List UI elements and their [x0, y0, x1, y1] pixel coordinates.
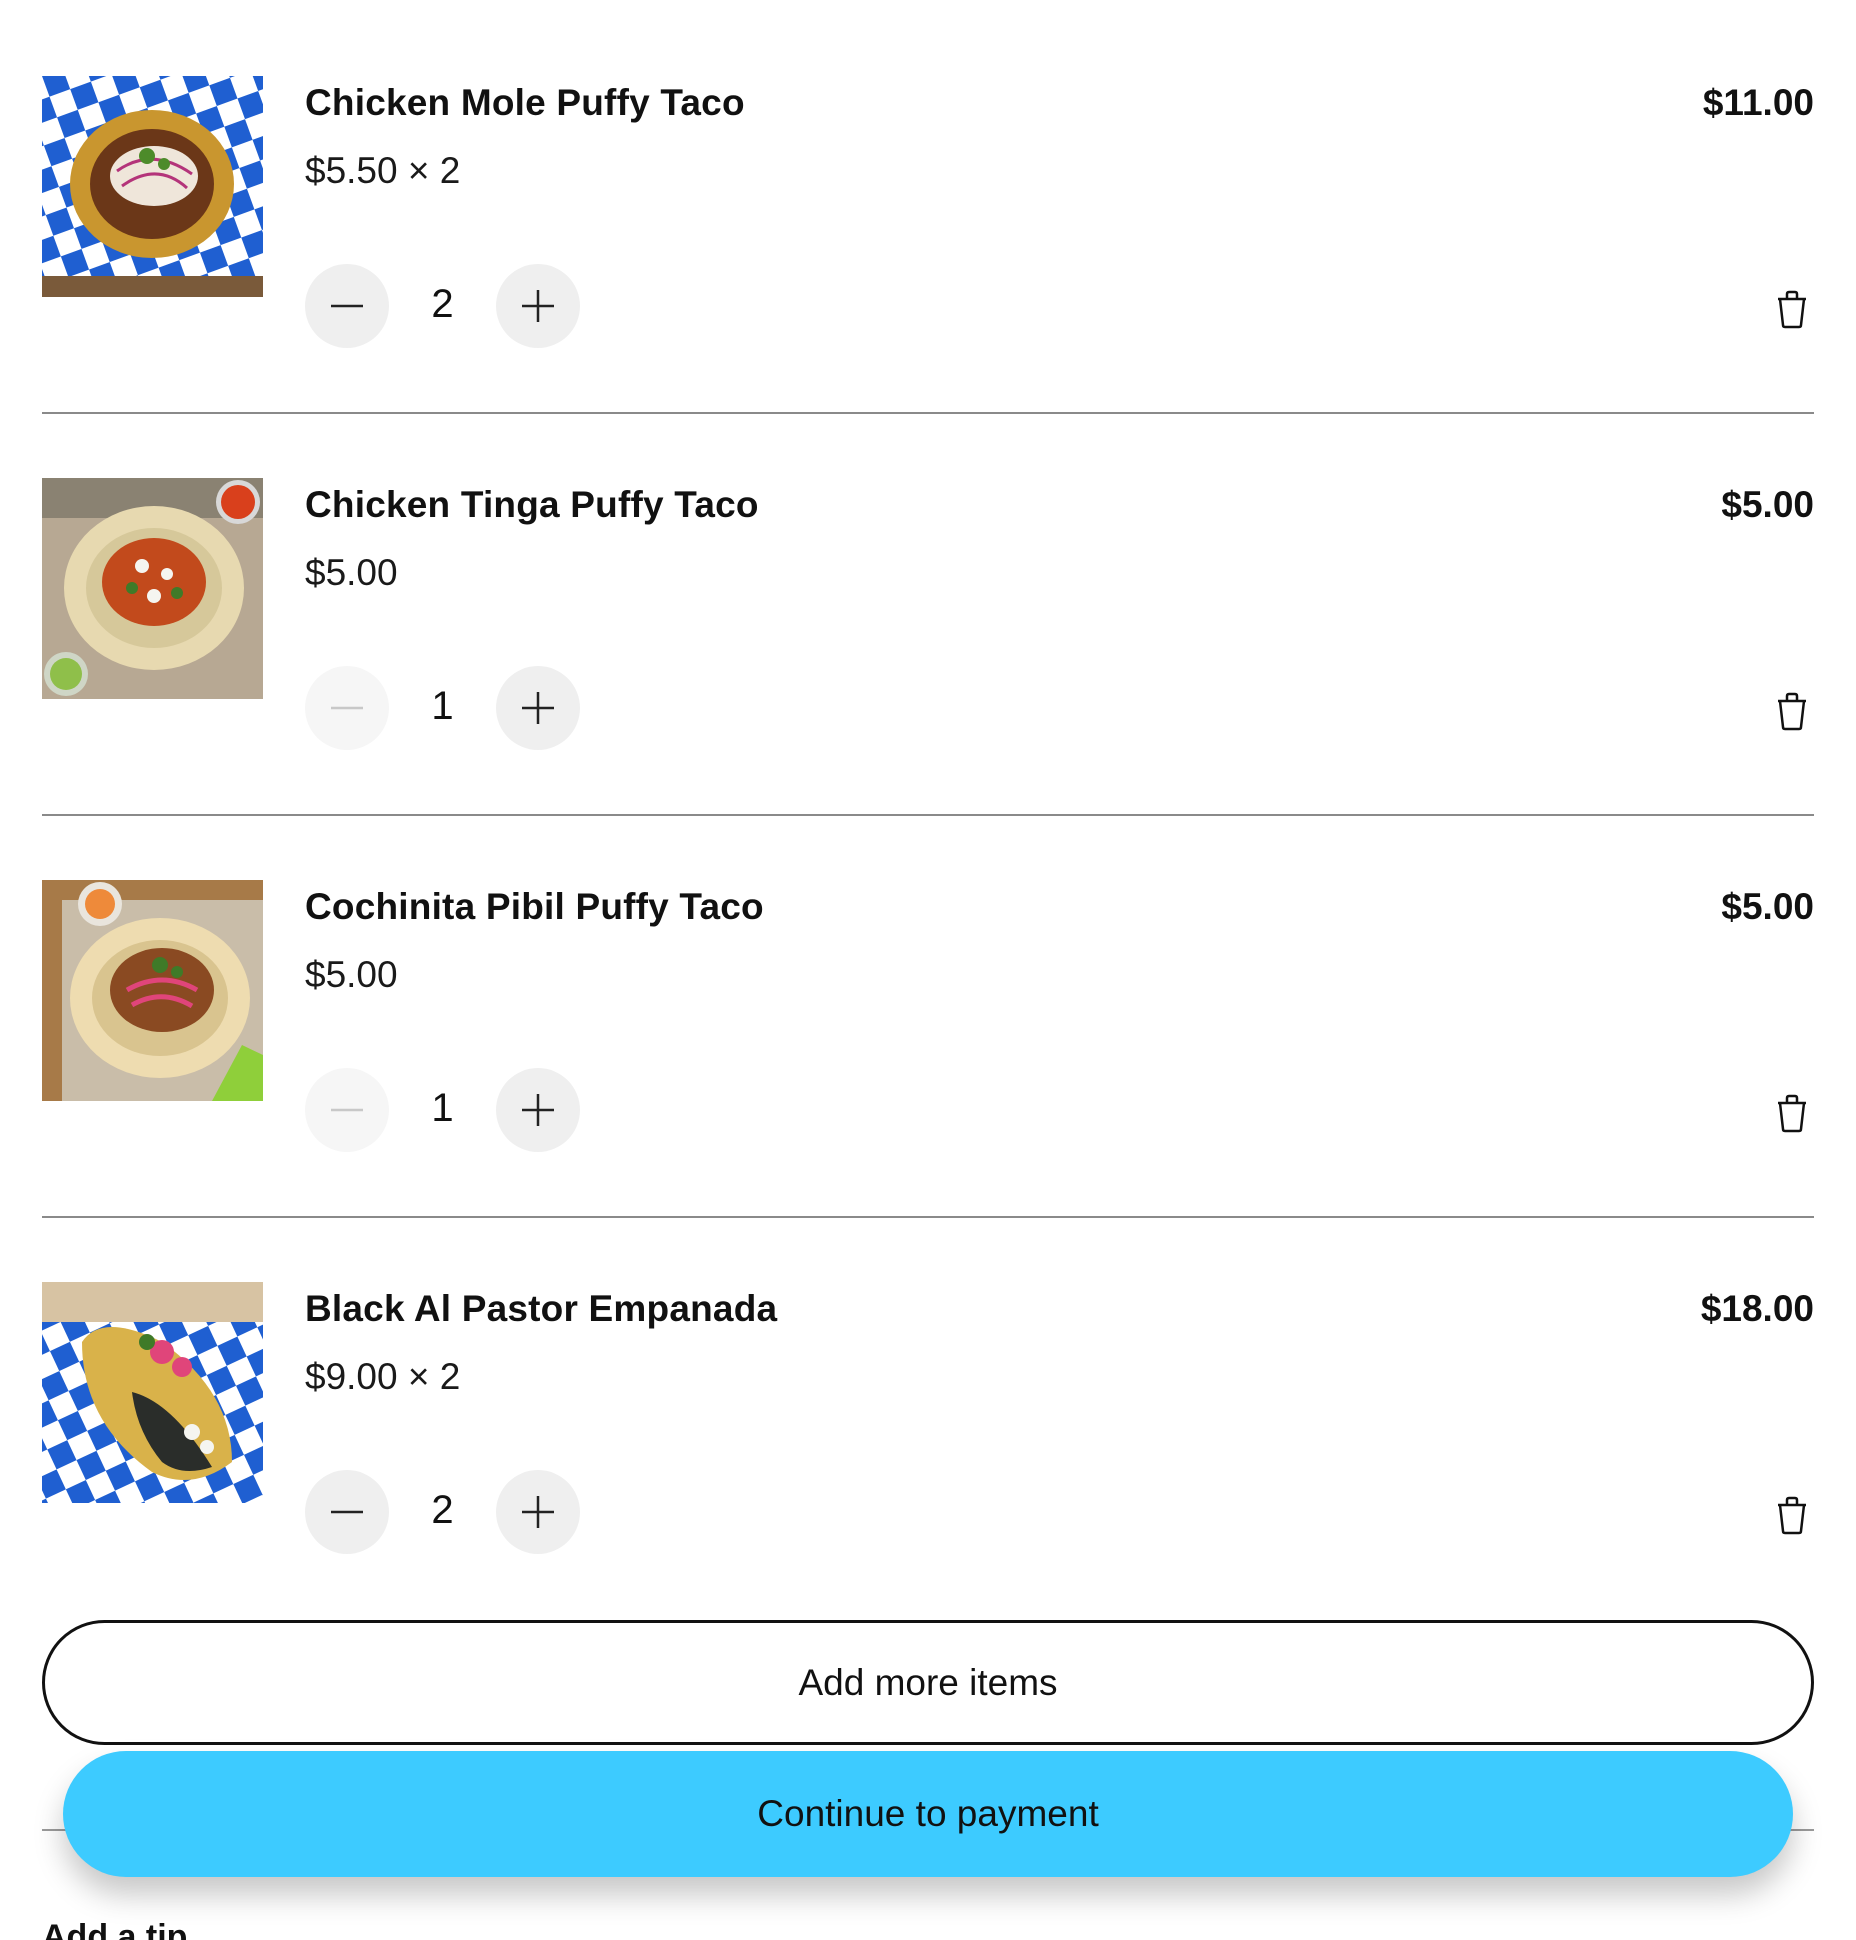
decrement-button[interactable] — [305, 666, 389, 750]
item-divider — [42, 814, 1814, 816]
item-thumbnail-chicken-mole[interactable] — [42, 76, 263, 297]
quantity-value: 1 — [431, 1086, 454, 1130]
plus-icon — [522, 290, 554, 322]
minus-icon — [331, 304, 363, 308]
decrement-button[interactable] — [305, 264, 389, 348]
item-line-total: $5.00 — [1721, 886, 1814, 927]
item-divider — [42, 1216, 1814, 1218]
trash-icon — [1778, 692, 1806, 731]
item-unit-price: $5.50 × 2 — [305, 150, 461, 191]
quantity-value: 2 — [431, 1488, 454, 1532]
item-thumbnail-black-al-pastor[interactable] — [42, 1282, 263, 1503]
remove-item-button[interactable] — [1770, 287, 1814, 331]
item-divider — [42, 412, 1814, 414]
remove-item-button[interactable] — [1770, 1091, 1814, 1135]
trash-icon — [1778, 1094, 1806, 1133]
item-line-total: $5.00 — [1721, 484, 1814, 525]
cart-page: Chicken Mole Puffy Taco $5.50 × 2 $11.00… — [0, 0, 1856, 1940]
trash-icon — [1778, 1496, 1806, 1535]
minus-icon — [331, 706, 363, 710]
decrement-button[interactable] — [305, 1068, 389, 1152]
quantity-stepper: 2 — [305, 1470, 580, 1554]
item-thumbnail-chicken-tinga[interactable] — [42, 478, 263, 699]
item-line-total: $11.00 — [1702, 82, 1814, 123]
decrement-button[interactable] — [305, 1470, 389, 1554]
increment-button[interactable] — [496, 1470, 580, 1554]
plus-icon — [522, 1496, 554, 1528]
increment-button[interactable] — [496, 1068, 580, 1152]
quantity-value: 2 — [431, 282, 454, 326]
minus-icon — [331, 1108, 363, 1112]
item-unit-price: $5.00 — [305, 954, 398, 995]
item-name: Black Al Pastor Empanada — [305, 1288, 778, 1329]
item-name: Cochinita Pibil Puffy Taco — [305, 886, 764, 927]
cart-item: Cochinita Pibil Puffy Taco $5.00 $5.00 1 — [42, 880, 1814, 1282]
item-name: Chicken Mole Puffy Taco — [305, 82, 745, 123]
remove-item-button[interactable] — [1770, 1493, 1814, 1537]
add-more-items-button[interactable]: Add more items — [42, 1620, 1814, 1745]
item-unit-price: $5.00 — [305, 552, 398, 593]
quantity-stepper: 2 — [305, 264, 580, 348]
increment-button[interactable] — [496, 264, 580, 348]
quantity-value: 1 — [431, 684, 454, 728]
plus-icon — [522, 1094, 554, 1126]
item-line-total: $18.00 — [1700, 1288, 1814, 1329]
continue-to-payment-button[interactable]: Continue to payment — [63, 1751, 1793, 1877]
quantity-stepper: 1 — [305, 666, 580, 750]
tip-section-heading: Add a tip — [42, 1918, 188, 1940]
minus-icon — [331, 1510, 363, 1514]
trash-icon — [1778, 290, 1806, 329]
item-unit-price: $9.00 × 2 — [305, 1356, 461, 1397]
remove-item-button[interactable] — [1770, 689, 1814, 733]
cart-item: Chicken Tinga Puffy Taco $5.00 $5.00 1 — [42, 478, 1814, 880]
increment-button[interactable] — [496, 666, 580, 750]
plus-icon — [522, 692, 554, 724]
quantity-stepper: 1 — [305, 1068, 580, 1152]
item-thumbnail-cochinita-pibil[interactable] — [42, 880, 263, 1101]
item-name: Chicken Tinga Puffy Taco — [305, 484, 759, 525]
cart-item: Chicken Mole Puffy Taco $5.50 × 2 $11.00… — [42, 76, 1814, 478]
